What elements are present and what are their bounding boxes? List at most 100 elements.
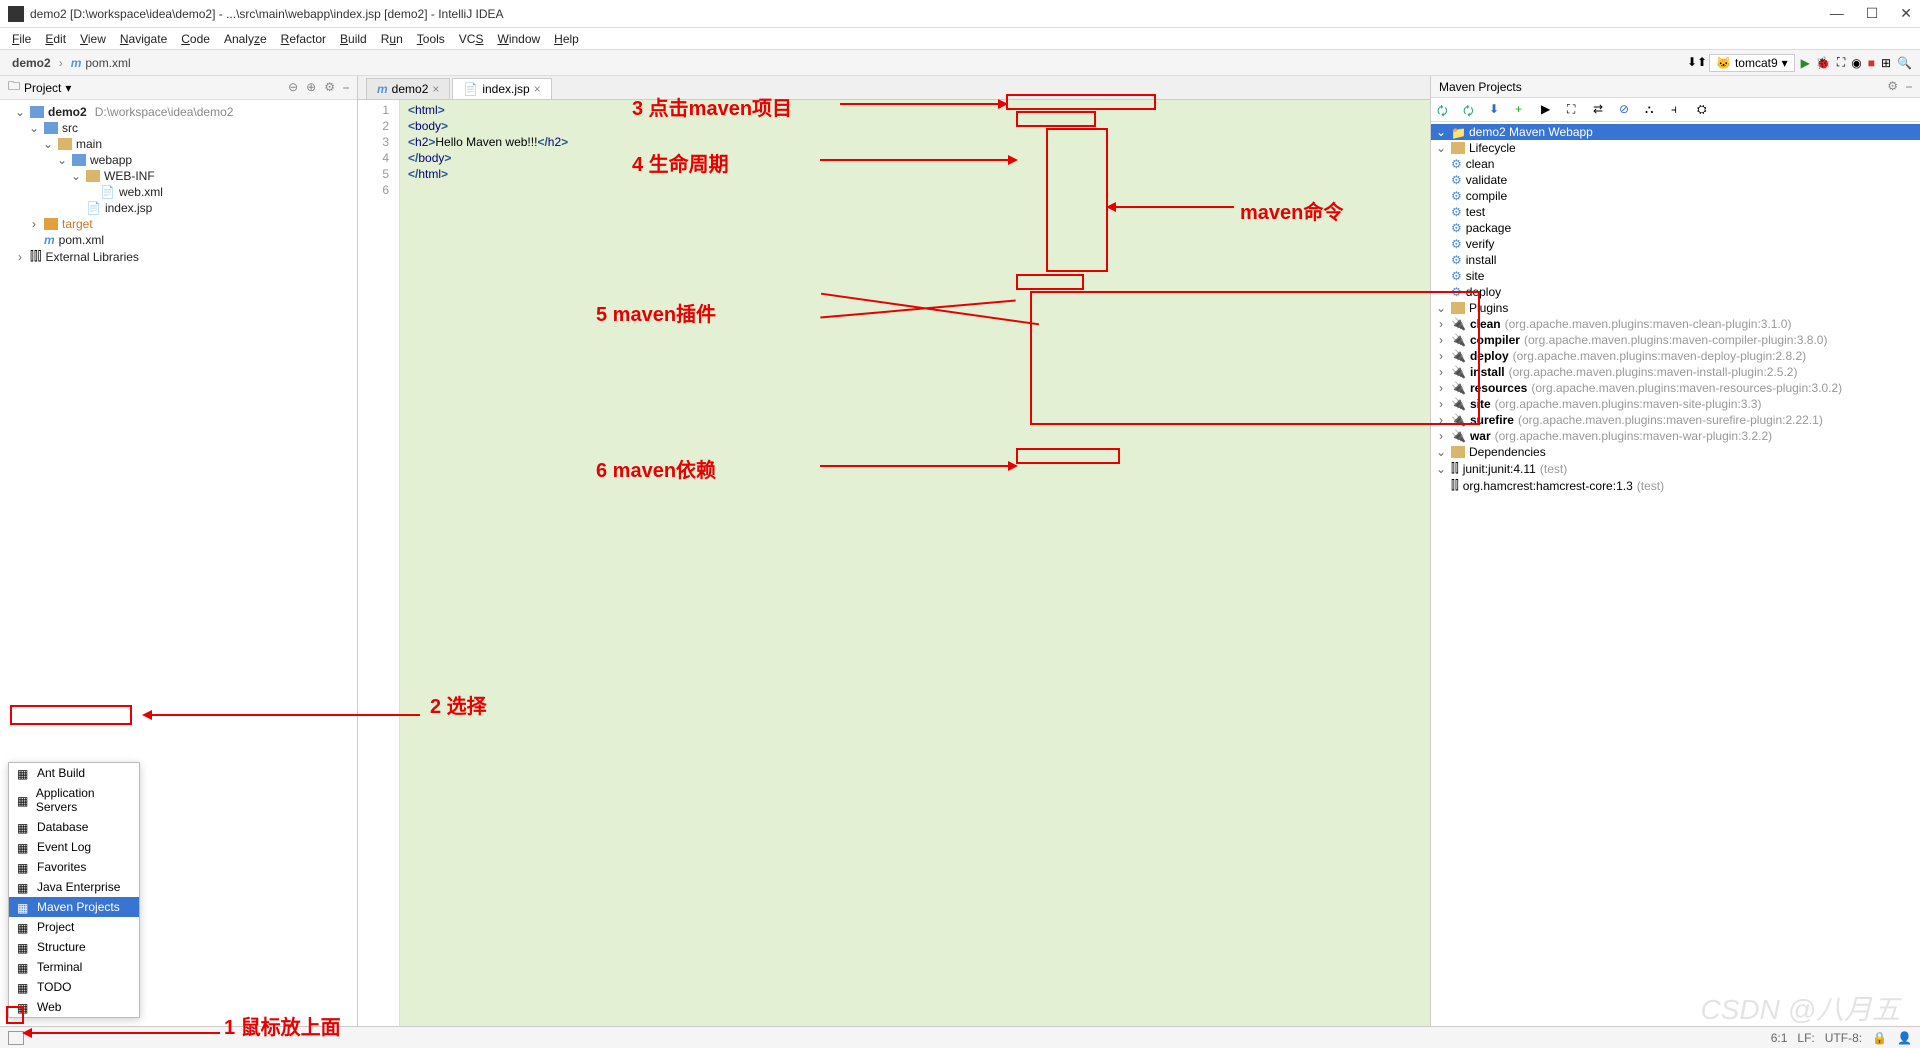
run-button[interactable]: ▶ [1801, 56, 1810, 70]
menu-navigate[interactable]: Navigate [114, 30, 173, 48]
tree-indexjsp[interactable]: index.jsp [105, 201, 152, 215]
lifecycle-test[interactable]: ⚙test [1431, 204, 1920, 220]
menu-edit[interactable]: Edit [39, 30, 72, 48]
menu-tools[interactable]: Tools [411, 30, 451, 48]
menu-analyze[interactable]: Analyze [218, 30, 273, 48]
breadcrumb-root[interactable]: demo2 [12, 56, 51, 70]
build-icon[interactable]: ⬇⬆ [1687, 55, 1703, 71]
lock-icon[interactable]: 🔒 [1872, 1031, 1887, 1045]
popup-ant build[interactable]: ▦Ant Build [9, 763, 139, 783]
menu-view[interactable]: View [74, 30, 112, 48]
execute-icon[interactable]: ⛶ [1567, 102, 1583, 118]
run-icon[interactable]: ▶ [1541, 102, 1557, 118]
lifecycle-site[interactable]: ⚙site [1431, 268, 1920, 284]
popup-terminal[interactable]: ▦Terminal [9, 957, 139, 977]
menu-window[interactable]: Window [491, 30, 546, 48]
toggle-icon[interactable]: ⇄ [1593, 102, 1609, 118]
lifecycle-validate[interactable]: ⚙validate [1431, 172, 1920, 188]
plugin-compiler[interactable]: ›🔌compiler (org.apache.maven.plugins:mav… [1431, 332, 1920, 348]
plugin-deploy[interactable]: ›🔌deploy (org.apache.maven.plugins:maven… [1431, 348, 1920, 364]
menu-code[interactable]: Code [175, 30, 216, 48]
dependencies-node[interactable]: ⌄Dependencies [1431, 444, 1920, 460]
structure-icon[interactable]: ⊞ [1881, 56, 1891, 70]
plugin-install[interactable]: ›🔌install (org.apache.maven.plugins:mave… [1431, 364, 1920, 380]
hide-icon[interactable]: ⎯ [343, 80, 349, 95]
collapse-icon[interactable]: ⫞ [1671, 102, 1687, 118]
stop-button[interactable]: ■ [1868, 56, 1875, 70]
skip-icon[interactable]: ⊘ [1619, 102, 1635, 118]
refresh-icon[interactable]: 🗘 [1437, 102, 1453, 118]
popup-todo[interactable]: ▦TODO [9, 977, 139, 997]
lifecycle-verify[interactable]: ⚙verify [1431, 236, 1920, 252]
menu-vcs[interactable]: VCS [453, 30, 490, 48]
maven-project-node[interactable]: ⌄📁demo2 Maven Webapp [1431, 124, 1920, 140]
graph-icon[interactable]: ⛬ [1645, 102, 1661, 118]
collapse-icon[interactable]: ⊖ [288, 80, 298, 95]
encoding[interactable]: UTF-8: [1825, 1031, 1862, 1045]
close-icon[interactable]: × [432, 82, 439, 96]
target-icon[interactable]: ⊕ [306, 80, 316, 95]
tree-webinf[interactable]: WEB-INF [104, 169, 155, 183]
tree-pom[interactable]: pom.xml [59, 233, 104, 247]
tree-root[interactable]: demo2 [48, 105, 87, 119]
popup-structure[interactable]: ▦Structure [9, 937, 139, 957]
gear-icon[interactable]: ⚙ [324, 80, 335, 95]
run-config-dropdown[interactable]: 🐱 tomcat9 ▾ [1709, 54, 1795, 72]
close-icon[interactable]: × [534, 82, 541, 96]
gear-icon[interactable]: ⚙ [1887, 79, 1898, 94]
tree-target[interactable]: target [62, 217, 93, 231]
popup-project[interactable]: ▦Project [9, 917, 139, 937]
popup-application servers[interactable]: ▦Application Servers [9, 783, 139, 817]
download-icon[interactable]: ⬇ [1489, 102, 1505, 118]
add-icon[interactable]: + [1515, 102, 1531, 118]
lifecycle-install[interactable]: ⚙install [1431, 252, 1920, 268]
tree-extlib[interactable]: External Libraries [46, 250, 139, 264]
lifecycle-node[interactable]: ⌄Lifecycle [1431, 140, 1920, 156]
tree-src[interactable]: src [62, 121, 78, 135]
lifecycle-deploy[interactable]: ⚙deploy [1431, 284, 1920, 300]
plugins-node[interactable]: ⌄Plugins [1431, 300, 1920, 316]
plugin-resources[interactable]: ›🔌resources (org.apache.maven.plugins:ma… [1431, 380, 1920, 396]
menu-run[interactable]: Run [375, 30, 409, 48]
popup-database[interactable]: ▦Database [9, 817, 139, 837]
lifecycle-clean[interactable]: ⚙clean [1431, 156, 1920, 172]
menu-file[interactable]: File [6, 30, 37, 48]
tab-indexjsp[interactable]: 📄index.jsp× [452, 78, 551, 99]
popup-favorites[interactable]: ▦Favorites [9, 857, 139, 877]
breadcrumb-file[interactable]: pom.xml [85, 56, 130, 70]
chevron-down-icon[interactable]: ▾ [65, 81, 71, 95]
plugin-surefire[interactable]: ›🔌surefire (org.apache.maven.plugins:mav… [1431, 412, 1920, 428]
dep-junit[interactable]: ⌄⫿⫿junit:junit:4.11 (test) [1431, 460, 1920, 477]
plugin-site[interactable]: ›🔌site (org.apache.maven.plugins:maven-s… [1431, 396, 1920, 412]
toolwindow-button[interactable] [8, 1031, 24, 1045]
settings-icon[interactable]: ⛭ [1697, 102, 1713, 118]
tree-webxml[interactable]: web.xml [119, 185, 163, 199]
lifecycle-package[interactable]: ⚙package [1431, 220, 1920, 236]
menu-build[interactable]: Build [334, 30, 373, 48]
profile-button[interactable]: ◉ [1851, 56, 1861, 70]
popup-maven projects[interactable]: ▦Maven Projects [9, 897, 139, 917]
popup-java enterprise[interactable]: ▦Java Enterprise [9, 877, 139, 897]
maximize-button[interactable]: ☐ [1866, 5, 1879, 22]
menu-help[interactable]: Help [548, 30, 585, 48]
lifecycle-compile[interactable]: ⚙compile [1431, 188, 1920, 204]
hide-icon[interactable]: ⎯ [1906, 79, 1912, 94]
popup-event log[interactable]: ▦Event Log [9, 837, 139, 857]
code-editor[interactable]: 123456 <html> <body> <h2>Hello Maven web… [358, 100, 1430, 1026]
maven-tree[interactable]: ⌄📁demo2 Maven Webapp ⌄Lifecycle ⚙clean⚙v… [1431, 122, 1920, 1026]
popup-web[interactable]: ▦Web [9, 997, 139, 1017]
minimize-button[interactable]: — [1830, 5, 1844, 22]
tab-demo2[interactable]: mdemo2× [366, 78, 450, 99]
tree-main[interactable]: main [76, 137, 102, 151]
plugin-clean[interactable]: ›🔌clean (org.apache.maven.plugins:maven-… [1431, 316, 1920, 332]
close-button[interactable]: ✕ [1900, 5, 1912, 22]
generate-icon[interactable]: 🗘 [1463, 102, 1479, 118]
plugin-war[interactable]: ›🔌war (org.apache.maven.plugins:maven-wa… [1431, 428, 1920, 444]
coverage-button[interactable]: ⛶ [1837, 55, 1845, 70]
menu-refactor[interactable]: Refactor [275, 30, 332, 48]
debug-button[interactable]: 🐞 [1816, 56, 1831, 70]
search-icon[interactable]: 🔍 [1897, 56, 1912, 70]
tree-webapp[interactable]: webapp [90, 153, 132, 167]
hector-icon[interactable]: 👤 [1897, 1031, 1912, 1045]
line-separator[interactable]: LF: [1797, 1031, 1814, 1045]
